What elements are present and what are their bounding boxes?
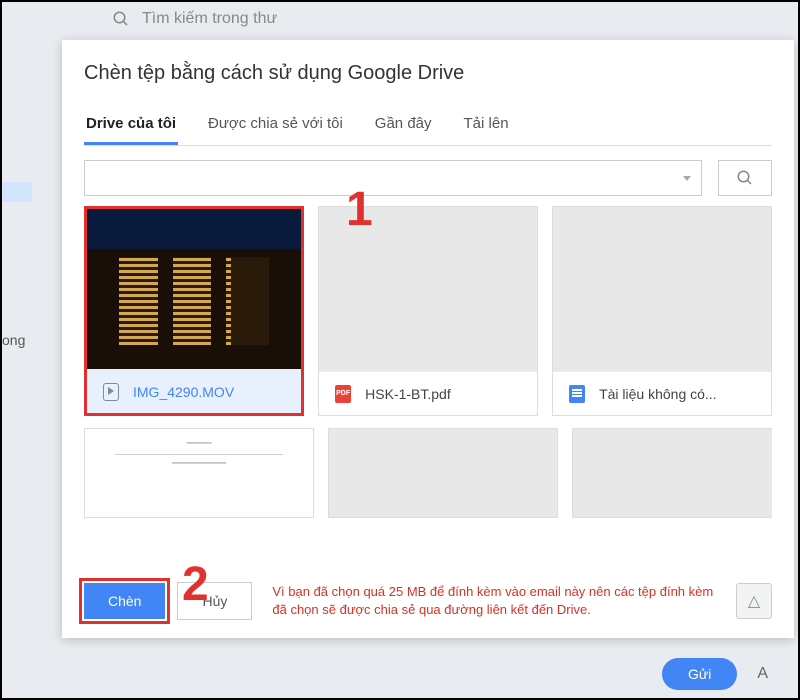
file-footer: PDF HSK-1-BT.pdf xyxy=(319,371,537,415)
video-icon xyxy=(103,384,119,400)
insert-button[interactable]: Chèn xyxy=(84,583,165,619)
file-name: HSK-1-BT.pdf xyxy=(365,386,451,402)
search-bar[interactable]: Tìm kiếm trong thư xyxy=(112,10,277,28)
send-button[interactable]: Gửi xyxy=(662,658,737,690)
file-thumbnail xyxy=(553,207,771,371)
filter-dropdown[interactable] xyxy=(84,160,702,196)
tabs: Drive của tôi Được chia sẻ với tôi Gần đ… xyxy=(84,105,772,146)
search-button[interactable] xyxy=(718,160,772,196)
chevron-down-icon xyxy=(683,176,691,181)
file-card-stub[interactable] xyxy=(572,428,772,518)
file-thumbnail xyxy=(319,207,537,371)
format-icon[interactable]: A xyxy=(757,665,768,683)
compose-footer: Gửi A xyxy=(662,658,768,690)
doc-preview: ━━━━━━━━━━━━━━━━━━━━━━ xyxy=(95,439,303,470)
search-placeholder: Tìm kiếm trong thư xyxy=(142,10,277,28)
tab-my-drive[interactable]: Drive của tôi xyxy=(84,105,178,145)
dialog-title: Chèn tệp bằng cách sử dụng Google Drive xyxy=(84,62,772,85)
pdf-icon: PDF xyxy=(335,386,351,402)
file-card-doc[interactable]: Tài liệu không có... xyxy=(552,206,772,416)
file-card-mov[interactable]: IMG_4290.MOV xyxy=(84,206,304,416)
search-icon xyxy=(112,10,130,28)
dialog-footer: Chèn Hủy Vì bạn đã chọn quá 25 MB để đín… xyxy=(84,568,772,620)
size-warning: Vì bạn đã chọn quá 25 MB để đính kèm vào… xyxy=(264,583,724,619)
tab-recent[interactable]: Gần đây xyxy=(373,105,434,145)
file-card-stub[interactable]: ━━━━━━━━━━━━━━━━━━━━━━ xyxy=(84,428,314,518)
sidebar-fragment: ong xyxy=(2,332,25,348)
sidebar-selection xyxy=(2,182,32,202)
file-name: IMG_4290.MOV xyxy=(133,384,234,400)
drive-icon: △ xyxy=(736,583,772,619)
file-card-stub[interactable] xyxy=(328,428,558,518)
file-card-pdf[interactable]: PDF HSK-1-BT.pdf xyxy=(318,206,538,416)
file-footer: Tài liệu không có... xyxy=(553,371,771,415)
drive-picker-dialog: Chèn tệp bằng cách sử dụng Google Drive … xyxy=(62,40,794,638)
file-name: Tài liệu không có... xyxy=(599,386,717,402)
search-icon xyxy=(736,169,754,187)
tab-upload[interactable]: Tải lên xyxy=(462,105,511,145)
file-row-2: ━━━━━━━━━━━━━━━━━━━━━━ xyxy=(84,428,772,518)
file-footer: IMG_4290.MOV xyxy=(87,369,301,413)
file-grid: IMG_4290.MOV PDF HSK-1-BT.pdf Tài liệu k… xyxy=(84,206,772,568)
file-thumbnail xyxy=(87,209,301,369)
tab-shared[interactable]: Được chia sẻ với tôi xyxy=(206,105,345,145)
cancel-button[interactable]: Hủy xyxy=(177,582,252,620)
doc-icon xyxy=(569,386,585,402)
filter-row xyxy=(84,160,772,196)
